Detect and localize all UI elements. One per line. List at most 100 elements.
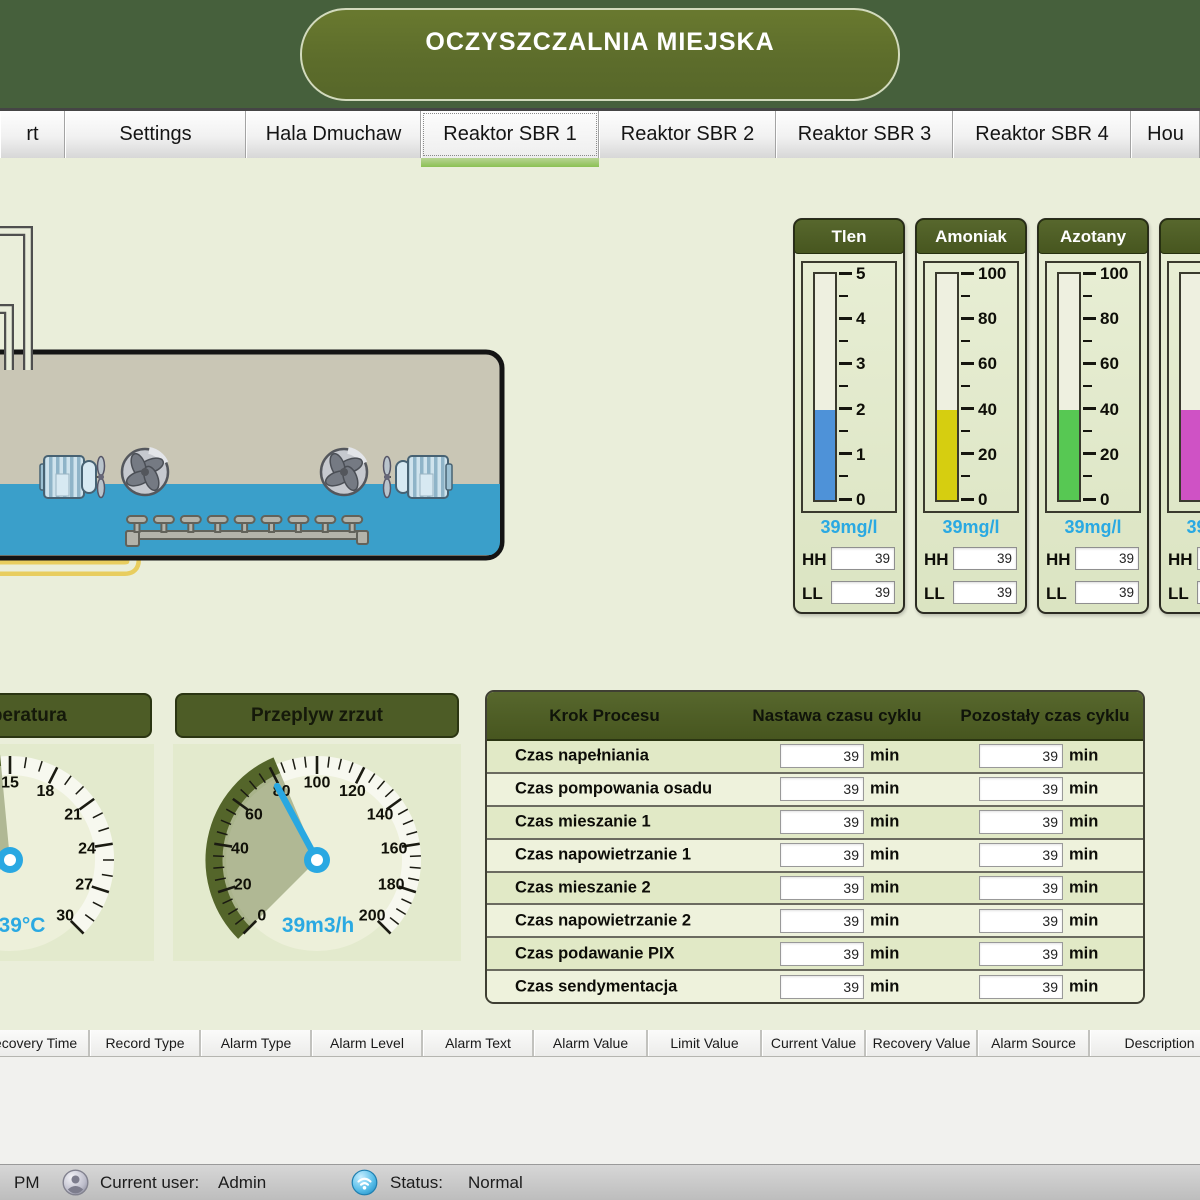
major-tick bbox=[961, 452, 974, 455]
major-tick bbox=[961, 317, 974, 320]
alarm-col-alarm-source[interactable]: Alarm Source bbox=[978, 1030, 1090, 1056]
major-tick bbox=[839, 272, 852, 275]
alarm-col-recovery-time[interactable]: Recovery Time bbox=[0, 1030, 90, 1056]
alarm-col-current-value[interactable]: Current Value bbox=[762, 1030, 866, 1056]
tick-label: 5 bbox=[856, 265, 896, 282]
alarm-col-recovery-value[interactable]: Recovery Value bbox=[866, 1030, 978, 1056]
alarm-col-alarm-level[interactable]: Alarm Level bbox=[312, 1030, 423, 1056]
remaining-time-input[interactable] bbox=[979, 876, 1063, 900]
set-time-input[interactable] bbox=[780, 975, 864, 999]
minor-tick bbox=[839, 385, 848, 387]
tab-reaktor-sbr-3[interactable]: Reaktor SBR 3 bbox=[776, 111, 953, 158]
plant-title-banner: OCZYSZCZALNIA MIEJSKA bbox=[300, 8, 900, 101]
page-title: OCZYSZCZALNIA MIEJSKA bbox=[425, 28, 774, 99]
tab-hala-dmuchaw[interactable]: Hala Dmuchaw bbox=[246, 111, 421, 158]
set-time-input[interactable] bbox=[780, 942, 864, 966]
process-step-label: Czas mieszanie 2 bbox=[515, 878, 651, 897]
unit-label: min bbox=[870, 747, 899, 766]
gauge-tlen-ll-input[interactable] bbox=[831, 581, 895, 604]
alarm-col-record-type[interactable]: Record Type bbox=[90, 1030, 201, 1056]
gauge-tube bbox=[1057, 272, 1081, 502]
current-user-value: Admin bbox=[218, 1165, 266, 1200]
gauge-tube bbox=[1179, 272, 1200, 502]
status-value: Normal bbox=[468, 1165, 523, 1200]
set-time-input[interactable] bbox=[780, 876, 864, 900]
gauge-azotany-hh-input[interactable] bbox=[1075, 547, 1139, 570]
major-tick bbox=[1083, 498, 1096, 501]
tab-hou[interactable]: Hou bbox=[1131, 111, 1200, 158]
remaining-time-input[interactable] bbox=[979, 744, 1063, 768]
tick-label: 4 bbox=[856, 310, 896, 327]
remaining-time-input[interactable] bbox=[979, 909, 1063, 933]
unit-label: min bbox=[870, 780, 899, 799]
svg-text:21: 21 bbox=[64, 807, 82, 824]
status-bar: PM Current user: Admin Status: Normal bbox=[0, 1164, 1200, 1200]
tick-label: 2 bbox=[856, 401, 896, 418]
remaining-time-input[interactable] bbox=[979, 777, 1063, 801]
svg-text:27: 27 bbox=[75, 877, 93, 894]
svg-text:120: 120 bbox=[339, 783, 366, 800]
alarm-col-alarm-value[interactable]: Alarm Value bbox=[534, 1030, 648, 1056]
user-icon bbox=[62, 1169, 89, 1196]
gauge-value: 39mg/l bbox=[1161, 517, 1200, 538]
process-step-table: Krok ProcesuNastawa czasu cykluPozostały… bbox=[485, 690, 1145, 1004]
remaining-time-input[interactable] bbox=[979, 843, 1063, 867]
gauge-amoniak-hh-input[interactable] bbox=[953, 547, 1017, 570]
set-time-input[interactable] bbox=[780, 843, 864, 867]
remaining-time-input[interactable] bbox=[979, 810, 1063, 834]
dial-card: Przeplyw zrzut02040608010012014016018020… bbox=[167, 690, 467, 967]
major-tick bbox=[1083, 317, 1096, 320]
svg-text:30: 30 bbox=[56, 908, 74, 925]
alarm-col-limit-value[interactable]: Limit Value bbox=[648, 1030, 762, 1056]
dial-card: Temperatura03691215182124273039°C bbox=[0, 690, 157, 967]
tick-label: 40 bbox=[1100, 401, 1140, 418]
process-row: Czas podawanie PIXminmin bbox=[487, 936, 1143, 969]
tab-reaktor-sbr-4[interactable]: Reaktor SBR 4 bbox=[953, 111, 1131, 158]
scada-screen: OCZYSZCZALNIA MIEJSKA rtSettingsHala Dmu… bbox=[0, 0, 1200, 1200]
gauge-tlen-ll-label: LL bbox=[802, 584, 832, 604]
gauge-amoniak-ll-input[interactable] bbox=[953, 581, 1017, 604]
alarm-col-description[interactable]: Description bbox=[1090, 1030, 1200, 1056]
tab-reaktor-sbr-1[interactable]: Reaktor SBR 1 bbox=[421, 111, 599, 158]
aerator-fan-right[interactable] bbox=[321, 449, 367, 495]
alarm-col-alarm-text[interactable]: Alarm Text bbox=[423, 1030, 534, 1056]
gauge-azotany-ll-input[interactable] bbox=[1075, 581, 1139, 604]
minor-tick bbox=[961, 430, 970, 432]
minor-tick bbox=[1083, 295, 1092, 297]
dial-value: 39°C bbox=[0, 914, 45, 937]
alarm-col-alarm-type[interactable]: Alarm Type bbox=[201, 1030, 312, 1056]
set-time-input[interactable] bbox=[780, 909, 864, 933]
tab-settings[interactable]: Settings bbox=[65, 111, 246, 158]
minor-tick bbox=[1083, 475, 1092, 477]
gauge-scale-box: 012345 bbox=[801, 261, 897, 513]
unit-label: min bbox=[1069, 846, 1098, 865]
clock-text: PM bbox=[14, 1165, 40, 1200]
remaining-time-input[interactable] bbox=[979, 975, 1063, 999]
active-tab-underline bbox=[421, 158, 599, 167]
gauge-tlen-hh-input[interactable] bbox=[831, 547, 895, 570]
tick-label: 100 bbox=[978, 265, 1018, 282]
set-time-input[interactable] bbox=[780, 744, 864, 768]
reactor-tank-diagram bbox=[0, 165, 520, 615]
tab-reaktor-sbr-2[interactable]: Reaktor SBR 2 bbox=[599, 111, 776, 158]
minor-tick bbox=[961, 475, 970, 477]
set-time-input[interactable] bbox=[780, 777, 864, 801]
process-col-header: Krok Procesu bbox=[487, 692, 722, 739]
gauge-tube bbox=[813, 272, 837, 502]
gauge-tlen-hh-label: HH bbox=[802, 550, 832, 570]
svg-text:0: 0 bbox=[257, 908, 266, 925]
tab-rt[interactable]: rt bbox=[0, 111, 65, 158]
dial-panel-przeplyw-zrzut: Przeplyw zrzut02040608010012014016018020… bbox=[167, 690, 467, 967]
gauge-title-azotany: Azotany bbox=[1038, 219, 1148, 254]
tick-label: 20 bbox=[1100, 446, 1140, 463]
process-step-label: Czas sendymentacja bbox=[515, 977, 677, 996]
aerator-fan-left[interactable] bbox=[122, 449, 168, 495]
remaining-time-input[interactable] bbox=[979, 942, 1063, 966]
tab-bar: rtSettingsHala DmuchawReaktor SBR 1Reakt… bbox=[0, 108, 1200, 158]
gauge-fill bbox=[1059, 410, 1079, 500]
svg-text:40: 40 bbox=[231, 840, 249, 857]
process-row: Czas mieszanie 2minmin bbox=[487, 871, 1143, 904]
minor-tick bbox=[839, 475, 848, 477]
set-time-input[interactable] bbox=[780, 810, 864, 834]
major-tick bbox=[1083, 452, 1096, 455]
